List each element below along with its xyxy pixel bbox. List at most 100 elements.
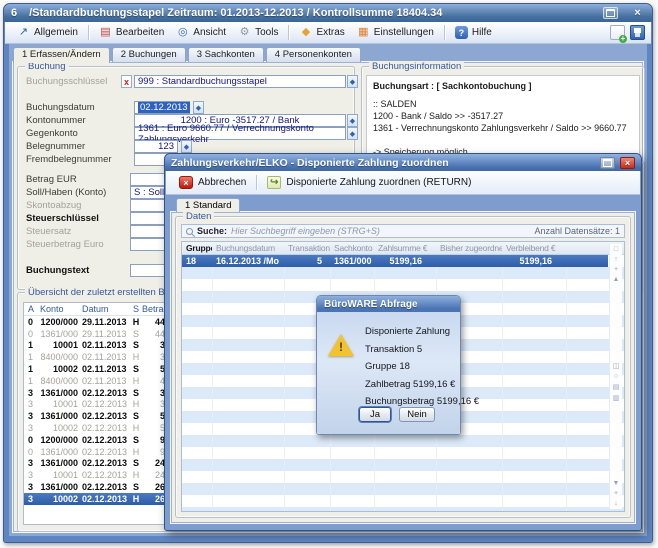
modal-line: Buchungsbetrag 5199,16 € xyxy=(365,396,479,407)
grid-header: GruppeBuchungsdatumTransaktionSachkontoZ… xyxy=(182,242,624,255)
menu-hilfe[interactable]: ?Hilfe xyxy=(449,24,498,41)
menu-label: Tools xyxy=(255,27,278,38)
abbrechen-button[interactable]: × Abbrechen xyxy=(173,174,252,191)
menu-einstellungen[interactable]: ▦Einstellungen xyxy=(351,25,440,40)
filter-icon[interactable]: ▥ xyxy=(613,394,620,402)
gegenkonto-field[interactable]: 1361 : Euro 9660.77 / Verrechnungskonto … xyxy=(134,127,346,140)
clear-x-icon[interactable]: x xyxy=(121,75,132,88)
spinner-icon[interactable]: ◆ xyxy=(181,140,192,153)
menu-label: Ansicht xyxy=(193,27,226,38)
scroll-up-icon[interactable]: ▲ xyxy=(613,276,620,283)
menubar-items: ↗Allgemein ▤Bearbeiten ◎ Ansicht ⚙Tools ◆Extr… xyxy=(11,24,498,41)
cell-konto: 10001 xyxy=(36,340,78,350)
tab-row: 1 Erfassen/Ändern2 Buchungen3 Sachkonten… xyxy=(13,47,361,62)
grid-col-1[interactable]: Gruppe xyxy=(182,243,212,253)
cell-s: S xyxy=(130,388,142,398)
cell-a: 3 xyxy=(28,458,36,468)
menu-tools[interactable]: ⚙Tools xyxy=(232,25,284,40)
menu-label: Extras xyxy=(316,27,344,38)
cell-datum: 02.12.2013 xyxy=(82,482,128,492)
menu-allgemein[interactable]: ↗Allgemein xyxy=(11,25,84,40)
modal-line: Zahlbetrag 5199,16 € xyxy=(365,379,455,390)
plus-icon[interactable]: + xyxy=(614,490,618,497)
scroll-down-icon[interactable]: ▼ xyxy=(613,480,620,487)
abbrechen-label: Abbrechen xyxy=(198,177,246,188)
cell-konto: 10002 xyxy=(36,423,78,433)
close-icon[interactable]: × xyxy=(630,7,645,19)
form-row-buchungsdatum: Buchungsdatum02.12.2013◆ xyxy=(18,101,354,114)
buchungsschluessel-field[interactable]: 999 : Standardbuchungsstapel xyxy=(134,75,346,88)
grid-col-3[interactable]: Transaktion xyxy=(284,243,330,253)
info-line: 1200 - Bank / Saldo >> -3517.27 xyxy=(373,110,633,122)
folder-icon[interactable]: □ xyxy=(614,246,618,253)
buchungsart-line: Buchungsart : [ Sachkontobuchung ] xyxy=(373,80,633,92)
cell-s: S xyxy=(130,329,142,339)
dialog-restore-icon[interactable] xyxy=(600,157,615,169)
menu-separator xyxy=(88,25,89,40)
grid-col-5[interactable]: Zahlsumme € xyxy=(374,243,436,253)
col-header-konto: Konto xyxy=(36,304,78,314)
dialog-tab-standard[interactable]: 1 Standard xyxy=(176,198,240,212)
modal-line: Gruppe 18 xyxy=(365,361,410,372)
steuerbetrag-label: Steuerbetrag Euro xyxy=(26,239,104,250)
nein-button[interactable]: Nein xyxy=(399,407,435,422)
menu-extras[interactable]: ◆Extras xyxy=(293,25,350,40)
belegnummer-field[interactable]: 123 xyxy=(134,140,178,153)
tab-1[interactable]: 1 Erfassen/Ändern xyxy=(13,47,110,63)
info-line xyxy=(373,134,633,146)
tab-2[interactable]: 2 Buchungen xyxy=(112,47,186,62)
cell-datum: 02.12.2013 xyxy=(82,435,128,445)
grid-col-2[interactable]: Buchungsdatum xyxy=(212,243,284,253)
col-header-a: A xyxy=(28,304,36,314)
panel-icon[interactable]: ◫ xyxy=(613,362,620,370)
new-document-icon[interactable] xyxy=(610,25,625,40)
zahlungsverkehr-dialog: Zahlungsverkehr/ELKO - Disponierte Zahlu… xyxy=(164,153,642,531)
cell-a: 0 xyxy=(28,447,36,457)
cell-konto: 8400/000 xyxy=(36,352,78,362)
search-bar[interactable]: Suche: Hier Suchbegriff eingeben (STRG+S… xyxy=(181,224,625,238)
cell-a: 1 xyxy=(28,376,36,386)
dialog-close-icon[interactable]: × xyxy=(620,157,635,169)
cell-a: 0 xyxy=(28,329,36,339)
scroll-top-icon[interactable]: ↑ xyxy=(614,256,618,263)
menu-ansicht[interactable]: ◎ Ansicht xyxy=(170,25,232,40)
menu-label: Allgemein xyxy=(34,27,78,38)
cell-datum: 02.11.2013 xyxy=(82,376,128,386)
steuersatz-label: Steuersatz xyxy=(26,226,71,237)
dropdown-spinner-icon[interactable]: ◆ xyxy=(347,114,358,127)
cell-sachkonto: 1361/000 xyxy=(330,256,374,266)
info-line: 1361 - Verrechnungskonto Zahlungsverkehr… xyxy=(373,122,633,134)
grid-col-6[interactable]: Bisher zugeordnet xyxy=(436,243,502,253)
ja-button[interactable]: Ja xyxy=(359,407,391,422)
search-icon[interactable]: ○ xyxy=(614,373,618,380)
spinner-icon[interactable]: ◆ xyxy=(193,101,204,114)
assign-arrow-icon: ↪ xyxy=(267,176,281,189)
scroll-bottom-icon[interactable]: ↓ xyxy=(614,500,618,507)
grid-icon[interactable]: ▤ xyxy=(613,383,620,391)
menu-bearbeiten[interactable]: ▤Bearbeiten xyxy=(93,25,170,40)
titlebar: 6 /Standardbuchungsstapel Zeitraum: 01.2… xyxy=(4,4,652,22)
tab-3[interactable]: 3 Sachkonten xyxy=(188,47,264,62)
cell-a: 1 xyxy=(28,352,36,362)
grid-col-7[interactable]: Verbleibend € xyxy=(502,243,566,253)
record-count: Anzahl Datensätze: 1 xyxy=(534,226,620,236)
info-line: :: SALDEN xyxy=(373,98,633,110)
group-info-label: Buchungsinformation xyxy=(369,61,464,72)
grid-col-4[interactable]: Sachkonto xyxy=(330,243,374,253)
gegenkonto-label: Gegenkonto xyxy=(26,128,78,139)
tab-4[interactable]: 4 Personenkonten xyxy=(266,47,361,62)
view-icon: ◎ xyxy=(176,27,189,38)
zuordnen-button[interactable]: ↪ Disponierte Zahlung zuordnen (RETURN) xyxy=(261,174,477,191)
buchungsdatum-field[interactable]: 02.12.2013 xyxy=(134,101,190,114)
zoom-plus-icon[interactable]: + xyxy=(614,266,618,273)
cell-a: 3 xyxy=(28,388,36,398)
dropdown-spinner-icon[interactable]: ◆ xyxy=(347,127,358,140)
save-icon[interactable] xyxy=(630,25,645,40)
grid-row[interactable]: 1816.12.2013 /Mo51361/0005199,165199,16 xyxy=(182,255,608,267)
restore-icon[interactable] xyxy=(603,7,618,19)
dropdown-spinner-icon[interactable]: ◆ xyxy=(347,75,358,88)
date-value: 02.12.2013 xyxy=(138,102,190,113)
menu-separator xyxy=(288,25,289,40)
col-header-datum: Datum xyxy=(82,304,128,314)
grid-side-toolbar: □ ↑ + ▲ ◫ ○ ▤ ▥ ▼ + ↓ xyxy=(609,244,622,509)
